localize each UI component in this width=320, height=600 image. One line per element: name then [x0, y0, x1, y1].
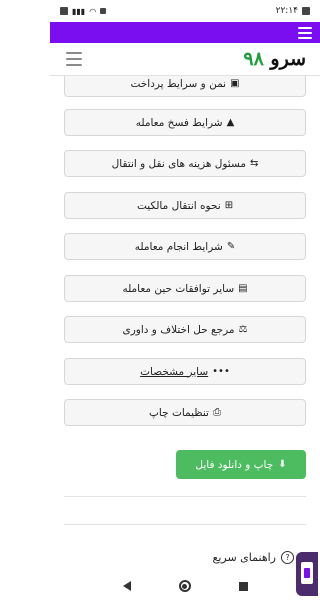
app-screen: ▣ نمن و سرایط پرداخت ▲ شرایط فسخ معامله …	[50, 0, 320, 600]
print-settings-button[interactable]: ⎙ تنظیمات چاپ	[64, 399, 306, 426]
recents-icon[interactable]	[238, 581, 248, 591]
button-label: نحوه انتقال مالکیت	[136, 199, 221, 212]
brand-number: ۹۸	[243, 48, 264, 70]
button-label: تنظیمات چاپ	[149, 406, 209, 419]
button-label: سایر توافقات حین معامله	[122, 282, 235, 295]
help-icon: ?	[281, 551, 294, 564]
more-icon: •••	[212, 365, 230, 377]
button-label: نمن و سرایط پرداخت	[130, 77, 227, 90]
status-right: ۲۲:۱۴	[276, 6, 310, 16]
status-left: ▮▮▮ ◠	[60, 6, 107, 16]
divider	[64, 496, 306, 497]
other-details-button[interactable]: ••• سایر مشخصات	[64, 358, 306, 385]
other-agreements-button[interactable]: ▤ سایر توافقات حین معامله	[64, 275, 306, 302]
battery-icon	[60, 7, 68, 15]
home-icon[interactable]	[178, 580, 191, 592]
transaction-terms-button[interactable]: ✎ شرایط انجام معامله	[64, 233, 306, 260]
button-label: شرایط فسخ معامله	[135, 116, 223, 129]
system-nav-bar	[50, 572, 320, 600]
transfer-costs-button[interactable]: ⇆ مسئول هزینه های نقل و انتقال	[64, 150, 306, 177]
handshake-icon: ⇆	[249, 157, 259, 169]
button-label: چاپ و دانلود فایل	[195, 458, 274, 471]
app-status-icon	[302, 7, 310, 15]
arbitration-button[interactable]: ⚖ مرجع حل اختلاف و داوری	[64, 316, 306, 343]
wifi-icon: ◠	[89, 6, 97, 16]
hamburger-icon[interactable]	[66, 52, 82, 66]
menu-icon[interactable]	[298, 26, 312, 39]
download-icon: ⬇	[278, 458, 287, 470]
notification-icon	[100, 8, 107, 14]
print-icon: ⎙	[212, 406, 221, 418]
scale-icon: ⚖	[238, 323, 248, 335]
quick-guide[interactable]: ? راهنمای سریع	[212, 551, 294, 564]
divider	[64, 524, 306, 525]
button-label: سایر مشخصات	[140, 365, 209, 378]
edit-icon: ✎	[226, 240, 236, 252]
money-icon: ▣	[230, 77, 240, 89]
button-label: مرجع حل اختلاف و داوری	[122, 323, 235, 336]
signal-icon: ▮▮▮	[72, 6, 86, 16]
transfer-icon: ⊞	[224, 199, 234, 211]
button-label: شرایط انجام معامله	[134, 240, 223, 253]
page-header: سرو ۹۸	[50, 43, 320, 76]
status-time: ۲۲:۱۴	[275, 6, 298, 16]
print-download-button[interactable]: ⬇ چاپ و دانلود فایل	[176, 450, 306, 479]
cancellation-terms-button[interactable]: ▲ شرایط فسخ معامله	[64, 109, 306, 136]
ownership-transfer-button[interactable]: ⊞ نحوه انتقال مالکیت	[64, 192, 306, 219]
status-bar: ▮▮▮ ◠ ۲۲:۱۴	[50, 0, 320, 22]
quick-guide-label: راهنمای سریع	[212, 551, 276, 564]
top-app-bar	[50, 22, 320, 43]
brand-logo: سرو ۹۸	[241, 48, 306, 70]
document-icon: ▤	[238, 282, 248, 294]
brand-text: سرو	[270, 48, 306, 70]
warning-icon: ▲	[226, 116, 235, 128]
back-icon[interactable]	[122, 581, 131, 591]
button-label: مسئول هزینه های نقل و انتقال	[111, 157, 246, 170]
